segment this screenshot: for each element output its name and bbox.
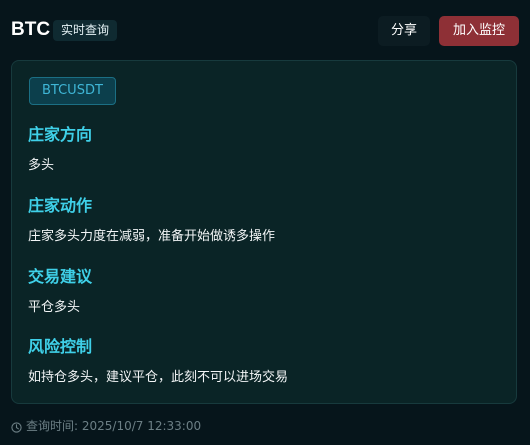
query-time-text: 查询时间: 2025/10/7 12:33:00 — [26, 419, 202, 433]
share-button[interactable]: 分享 — [378, 16, 430, 46]
query-time-footer: 查询时间: 2025/10/7 12:33:00 — [11, 418, 201, 434]
section-body-advice: 平仓多头 — [28, 300, 81, 315]
section-title-direction: 庄家方向 — [28, 125, 93, 144]
header-bar: BTC 实时查询 分享 加入监控 — [0, 0, 530, 60]
section-body-direction: 多头 — [28, 158, 55, 173]
add-monitor-button[interactable]: 加入监控 — [439, 16, 519, 46]
section-title-action: 庄家动作 — [28, 196, 93, 215]
coin-title: BTC — [11, 19, 51, 40]
section-body-risk: 如持仓多头，建议平仓，此刻不可以进场交易 — [28, 370, 289, 385]
symbol-tag: BTCUSDT — [29, 77, 116, 105]
section-title-risk: 风险控制 — [28, 337, 93, 356]
analysis-card: BTCUSDT 庄家方向 多头 庄家动作 庄家多头力度在减弱，准备开始做诱多操作… — [11, 60, 517, 404]
section-body-action: 庄家多头力度在减弱，准备开始做诱多操作 — [28, 229, 276, 244]
section-title-advice: 交易建议 — [28, 267, 93, 286]
realtime-query-badge: 实时查询 — [53, 20, 118, 41]
clock-icon — [11, 421, 22, 433]
